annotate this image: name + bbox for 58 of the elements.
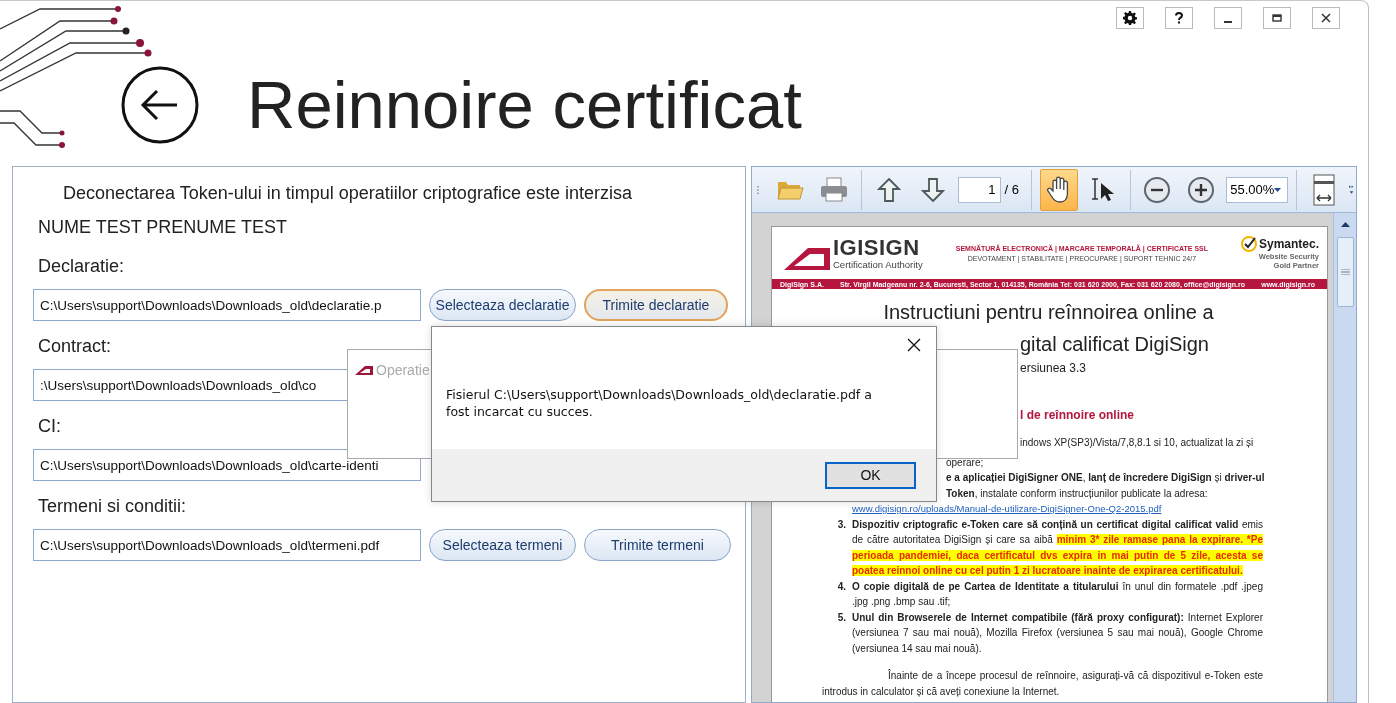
section-heading: l de reînnoire online — [1020, 408, 1135, 422]
page-number-field[interactable]: 1 — [957, 176, 1001, 203]
maximize-icon — [1272, 13, 1282, 23]
list-item-text: O copie digitală de pe Cartea de Identitate a titularului în unul din formatele .pdf .jpeg .jpg .png .bmp sau .tif; — [852, 579, 1263, 609]
close-button[interactable] — [906, 337, 922, 353]
list-number: 4. — [836, 579, 846, 594]
vertical-scrollbar[interactable] — [1333, 213, 1356, 702]
dialog-message: Fisierul C:\Users\support\Downloads\Downloads_old\declaratie.pdf a fost incarcat cu succes. — [446, 386, 873, 420]
field-label: Declaratie: — [38, 255, 126, 278]
close-icon — [1321, 13, 1331, 23]
logo-icon — [355, 365, 373, 375]
document-title: Instructiuni pentru reînnoirea online a — [883, 301, 1214, 323]
scroll-up-icon — [1340, 222, 1350, 227]
logo-text: IGISIGN — [833, 236, 921, 259]
checkmark-badge-icon — [1240, 236, 1257, 252]
list-item-text: Dispozitiv criptografic e-Token care să conțină un certificat digital calificat valid emis de către autoritatea DigiSign și care sa aibă minim 3* zile ramase pana la expirare. *Pe perioada pandemiei, daca certificatul dvs expira in mai putin de 5 zile, acesta se poatea reinnoi online cu cel putin 1 zi lucratoare inainte de expirarea certificatului. — [852, 517, 1263, 578]
select-file-button[interactable]: Selecteaza termeni — [429, 529, 576, 561]
gear-icon — [1123, 11, 1137, 25]
help-button[interactable] — [1165, 7, 1193, 29]
minimize-icon — [1224, 20, 1232, 23]
document-text: ersiunea 3.3 — [1020, 361, 1087, 375]
file-path-field[interactable]: C:\Users\support\Downloads\Downloads_old\carte-identi — [33, 449, 421, 481]
send-file-button[interactable]: Trimite termeni — [584, 529, 731, 561]
hand-icon[interactable] — [1039, 168, 1078, 211]
holder-name: NUME TEST PRENUME TEST — [38, 216, 289, 239]
file-path-field[interactable]: C:\Users\support\Downloads\Downloads_old\declaratie.p — [33, 289, 421, 321]
document-text: Înainte de a începe procesul de reînnoire, asigurați-vă că dispozitivul e-Token este introdus in calculator și că aveți conexiune la Internet. — [822, 670, 1263, 697]
list-item-text: Unul din Browserele de Internet compatibile (fără proxy configurat): Internet Explorer (versiunea 7 sau mai nouă), Mozilla Firefox (versiunea 5 sau mai nouă), Google Chrome (versiunea 14 sau mai nouă). — [852, 610, 1263, 656]
zoom-dropdown[interactable]: 55.00% — [1226, 176, 1289, 203]
warning-text: Deconectarea Token-ului in timpul operatiilor criptografice este interzisa — [63, 182, 633, 205]
close-button[interactable] — [1312, 7, 1340, 29]
field-label: Termeni si conditii: — [38, 495, 188, 518]
file-path-field[interactable]: C:\Users\support\Downloads\Downloads_old\termeni.pdf — [33, 529, 421, 561]
logo-subtitle: Certification Authority — [833, 258, 923, 270]
field-label: CI: — [38, 415, 62, 438]
field-label: Contract: — [38, 335, 113, 358]
document-text: Token, instalate conform instrucțiunilor publicate la adresa: — [946, 487, 1208, 499]
minimize-button[interactable] — [1214, 7, 1242, 29]
document-text: indows XP(SP3)/Vista/7,8,8.1 si 10, actualizat la zi și — [1020, 437, 1254, 448]
document-text: operare; — [946, 456, 984, 468]
partner-name: Symantec. — [1258, 237, 1319, 251]
list-number: 3. — [836, 517, 846, 532]
page-count: / 6 — [1004, 182, 1019, 197]
caret-icon — [1274, 187, 1282, 192]
document-link[interactable]: www.digisign.ro/uploads/Manual-de-utilizare-DigiSigner-One-Q2-2015.pdf — [852, 503, 1162, 514]
document-text: e a aplicației DigiSigner ONE, lanț de încredere DigiSign și driver-ul — [946, 472, 1265, 483]
document-title: gital calificat DigiSign — [1020, 333, 1209, 355]
logo-icon — [784, 245, 830, 270]
select-file-button[interactable]: Selecteaza declaratie — [429, 289, 576, 321]
settings-button[interactable] — [1116, 7, 1144, 29]
send-file-button[interactable]: Trimite declaratie — [584, 289, 728, 321]
ok-button[interactable]: OK — [825, 461, 916, 489]
back-button[interactable] — [121, 66, 199, 144]
window-title: Reinnoire certificat — [247, 67, 802, 143]
maximize-button[interactable] — [1263, 7, 1291, 29]
list-number: 5. — [836, 610, 846, 625]
help-icon — [1175, 12, 1183, 24]
grip-icon — [1340, 269, 1350, 275]
